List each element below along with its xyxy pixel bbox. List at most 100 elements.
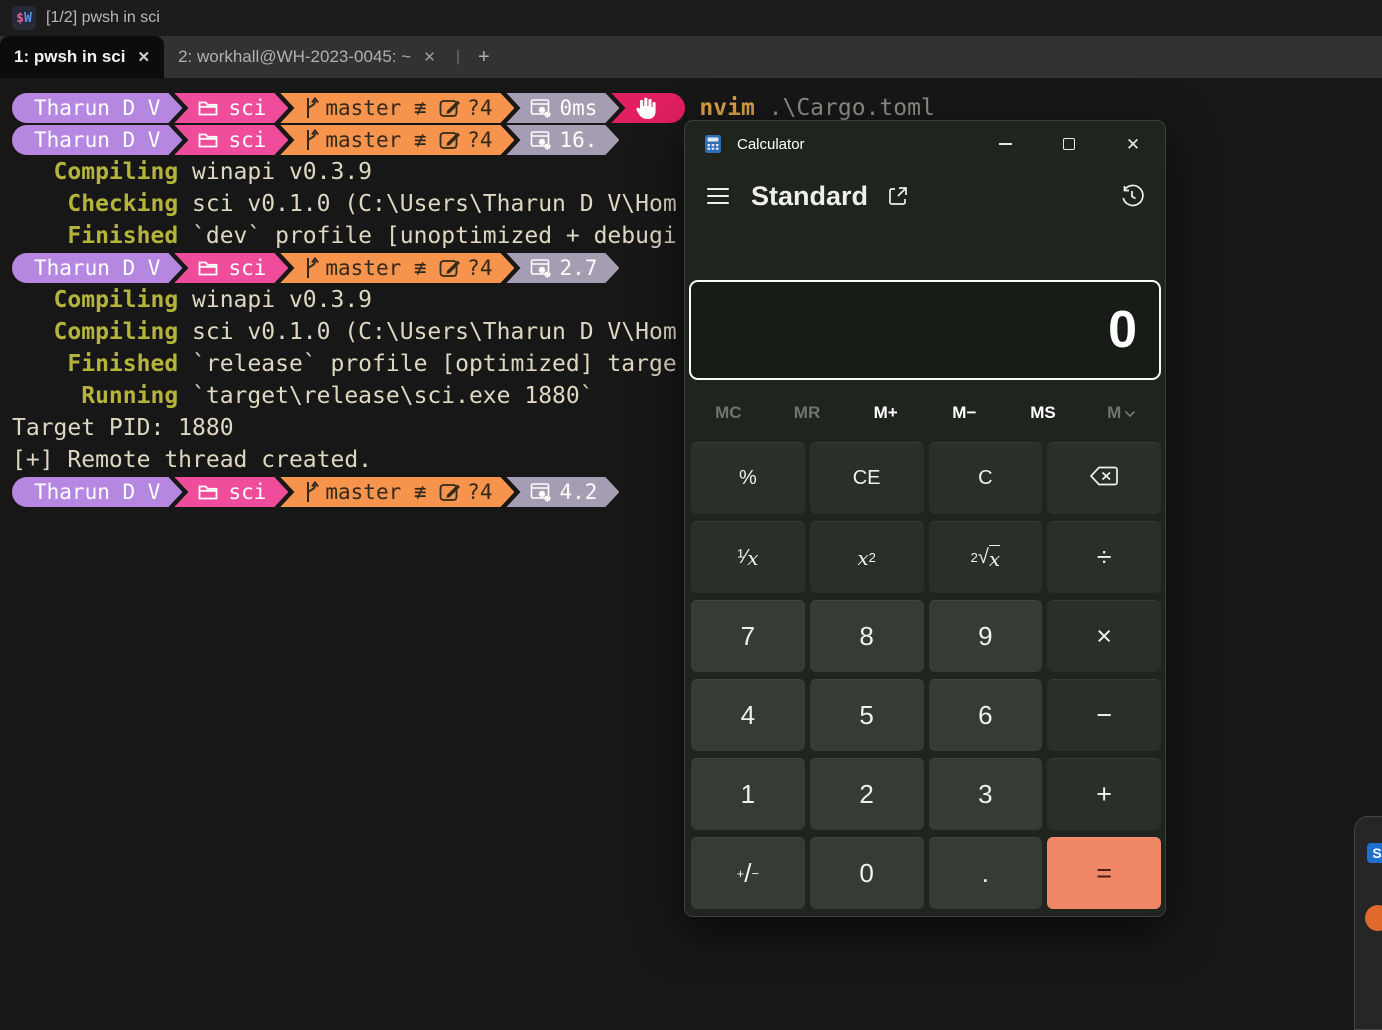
tab-close-icon[interactable]: ✕ xyxy=(137,48,150,66)
memory-flyout-button[interactable]: M xyxy=(1082,392,1161,434)
git-edit-count: ?4 xyxy=(467,480,492,504)
new-tab-button[interactable]: + xyxy=(466,46,502,69)
folder-icon xyxy=(198,260,218,277)
memory-store-button[interactable]: MS xyxy=(1004,392,1083,434)
tab-label: 2: workhall@WH-2023-0045: ~ xyxy=(178,47,411,67)
maximize-button[interactable] xyxy=(1037,121,1101,167)
add-button[interactable]: + xyxy=(1047,758,1161,830)
cargo-status: Compiling xyxy=(12,287,178,313)
prompt-user: Tharun D V xyxy=(34,256,160,280)
edit-count-icon xyxy=(439,130,461,150)
backspace-button[interactable] xyxy=(1047,442,1161,514)
five-button[interactable]: 5 xyxy=(810,679,924,751)
memory-subtract-button[interactable]: M− xyxy=(925,392,1004,434)
prompt-dir-segment: sci xyxy=(174,125,288,155)
divide-button[interactable]: ÷ xyxy=(1047,521,1161,593)
prompt-dir: sci xyxy=(228,96,266,120)
output-text: winapi v0.3.9 xyxy=(178,287,372,313)
command-part: nvim xyxy=(699,95,754,121)
clear-button[interactable]: C xyxy=(929,442,1043,514)
history-icon xyxy=(1119,183,1145,209)
tab-close-icon[interactable]: ✕ xyxy=(423,48,436,66)
output-text: winapi v0.3.9 xyxy=(178,159,372,185)
prompt-status-segment xyxy=(611,93,685,123)
prompt-git-segment: master ≢ ?4 xyxy=(280,93,514,123)
cargo-status: Compiling xyxy=(12,319,178,345)
git-branch-name: master ≢ xyxy=(325,96,439,120)
square-root-button[interactable]: 2√x xyxy=(929,521,1043,593)
eight-button[interactable]: 8 xyxy=(810,600,924,672)
decimal-button[interactable]: . xyxy=(929,837,1043,909)
memory-recall-button[interactable]: MR xyxy=(768,392,847,434)
cargo-status: Finished xyxy=(12,223,178,249)
prompt-user-segment: Tharun D V xyxy=(12,253,182,283)
three-button[interactable]: 3 xyxy=(929,758,1043,830)
tab-1[interactable]: 1: pwsh in sci✕ xyxy=(0,36,164,78)
duration-value: 0ms xyxy=(559,96,597,120)
minimize-button[interactable] xyxy=(973,121,1037,167)
git-branch-icon xyxy=(304,480,319,504)
prompt-duration-segment: 16. xyxy=(506,125,619,155)
four-button[interactable]: 4 xyxy=(691,679,805,751)
folder-icon xyxy=(198,100,218,117)
close-button[interactable]: ✕ xyxy=(1101,121,1165,167)
maximize-icon xyxy=(1063,138,1075,150)
memory-add-label: M+ xyxy=(874,403,898,423)
seven-button[interactable]: 7 xyxy=(691,600,805,672)
multiply-button[interactable]: × xyxy=(1047,600,1161,672)
git-branch-name: master ≢ xyxy=(325,256,439,280)
memory-flyout-label: M xyxy=(1107,403,1121,423)
six-button[interactable]: 6 xyxy=(929,679,1043,751)
equals-button[interactable]: = xyxy=(1047,837,1161,909)
command-text: nvim .\Cargo.toml xyxy=(699,95,934,121)
duration-value: 16. xyxy=(559,128,597,152)
keypad: %CEC ¹⁄xx22√x÷ 789× 456− 123+ +/−0.= xyxy=(691,442,1161,909)
cargo-status: Compiling xyxy=(12,159,178,185)
prompt-user-segment: Tharun D V xyxy=(12,477,182,507)
keep-on-top-button[interactable] xyxy=(886,184,910,208)
one-button[interactable]: 1 xyxy=(691,758,805,830)
clear-entry-button[interactable]: CE xyxy=(810,442,924,514)
folder-icon xyxy=(198,484,218,501)
git-branch-icon xyxy=(304,128,319,152)
percent-button[interactable]: % xyxy=(691,442,805,514)
nine-button[interactable]: 9 xyxy=(929,600,1043,672)
menu-button[interactable] xyxy=(707,188,729,204)
calculator-display: 0 xyxy=(689,280,1161,380)
tab-bar: 1: pwsh in sci✕2: workhall@WH-2023-0045:… xyxy=(0,36,1382,78)
history-button[interactable] xyxy=(1119,183,1145,209)
duration-icon xyxy=(530,130,553,150)
zero-button[interactable]: 0 xyxy=(810,837,924,909)
prompt-git-segment: master ≢ ?4 xyxy=(280,253,514,283)
calculator-titlebar[interactable]: Calculator ✕ xyxy=(685,121,1165,167)
prompt-dir: sci xyxy=(228,480,266,504)
calculator-window: Calculator ✕ Standard 0 MCMR M+ M−MS M %CEC… xyxy=(684,120,1166,917)
output-text: sci v0.1.0 (C:\Users\Tharun D V\Hom xyxy=(178,191,677,217)
edit-count-icon xyxy=(439,258,461,278)
cargo-status: Checking xyxy=(12,191,178,217)
chevron-down-icon xyxy=(1124,403,1136,423)
square-button[interactable]: x2 xyxy=(810,521,924,593)
output-text: `release` profile [optimized] targe xyxy=(178,351,677,377)
mode-title: Standard xyxy=(751,181,868,212)
peek-window[interactable]: S xyxy=(1354,816,1382,1030)
output-text: `dev` profile [unoptimized + debugi xyxy=(178,223,677,249)
two-button[interactable]: 2 xyxy=(810,758,924,830)
duration-icon xyxy=(530,258,553,278)
wezterm-logo-icon: $W xyxy=(12,6,36,30)
reciprocal-button[interactable]: ¹⁄x xyxy=(691,521,805,593)
prompt-git-segment: master ≢ ?4 xyxy=(280,477,514,507)
subtract-button[interactable]: − xyxy=(1047,679,1161,751)
negate-button[interactable]: +/− xyxy=(691,837,805,909)
prompt-dir-segment: sci xyxy=(174,477,288,507)
prompt-duration-segment: 0ms xyxy=(506,93,619,123)
tab-2[interactable]: 2: workhall@WH-2023-0045: ~ ✕ xyxy=(164,36,450,78)
git-edit-count: ?4 xyxy=(467,128,492,152)
tab-divider: | xyxy=(450,48,466,66)
prompt-user-segment: Tharun D V xyxy=(12,125,182,155)
duration-icon xyxy=(530,482,553,502)
memory-add-button[interactable]: M+ xyxy=(846,392,925,434)
prompt-dir-segment: sci xyxy=(174,253,288,283)
prompt-user: Tharun D V xyxy=(34,128,160,152)
memory-clear-button[interactable]: MC xyxy=(689,392,768,434)
